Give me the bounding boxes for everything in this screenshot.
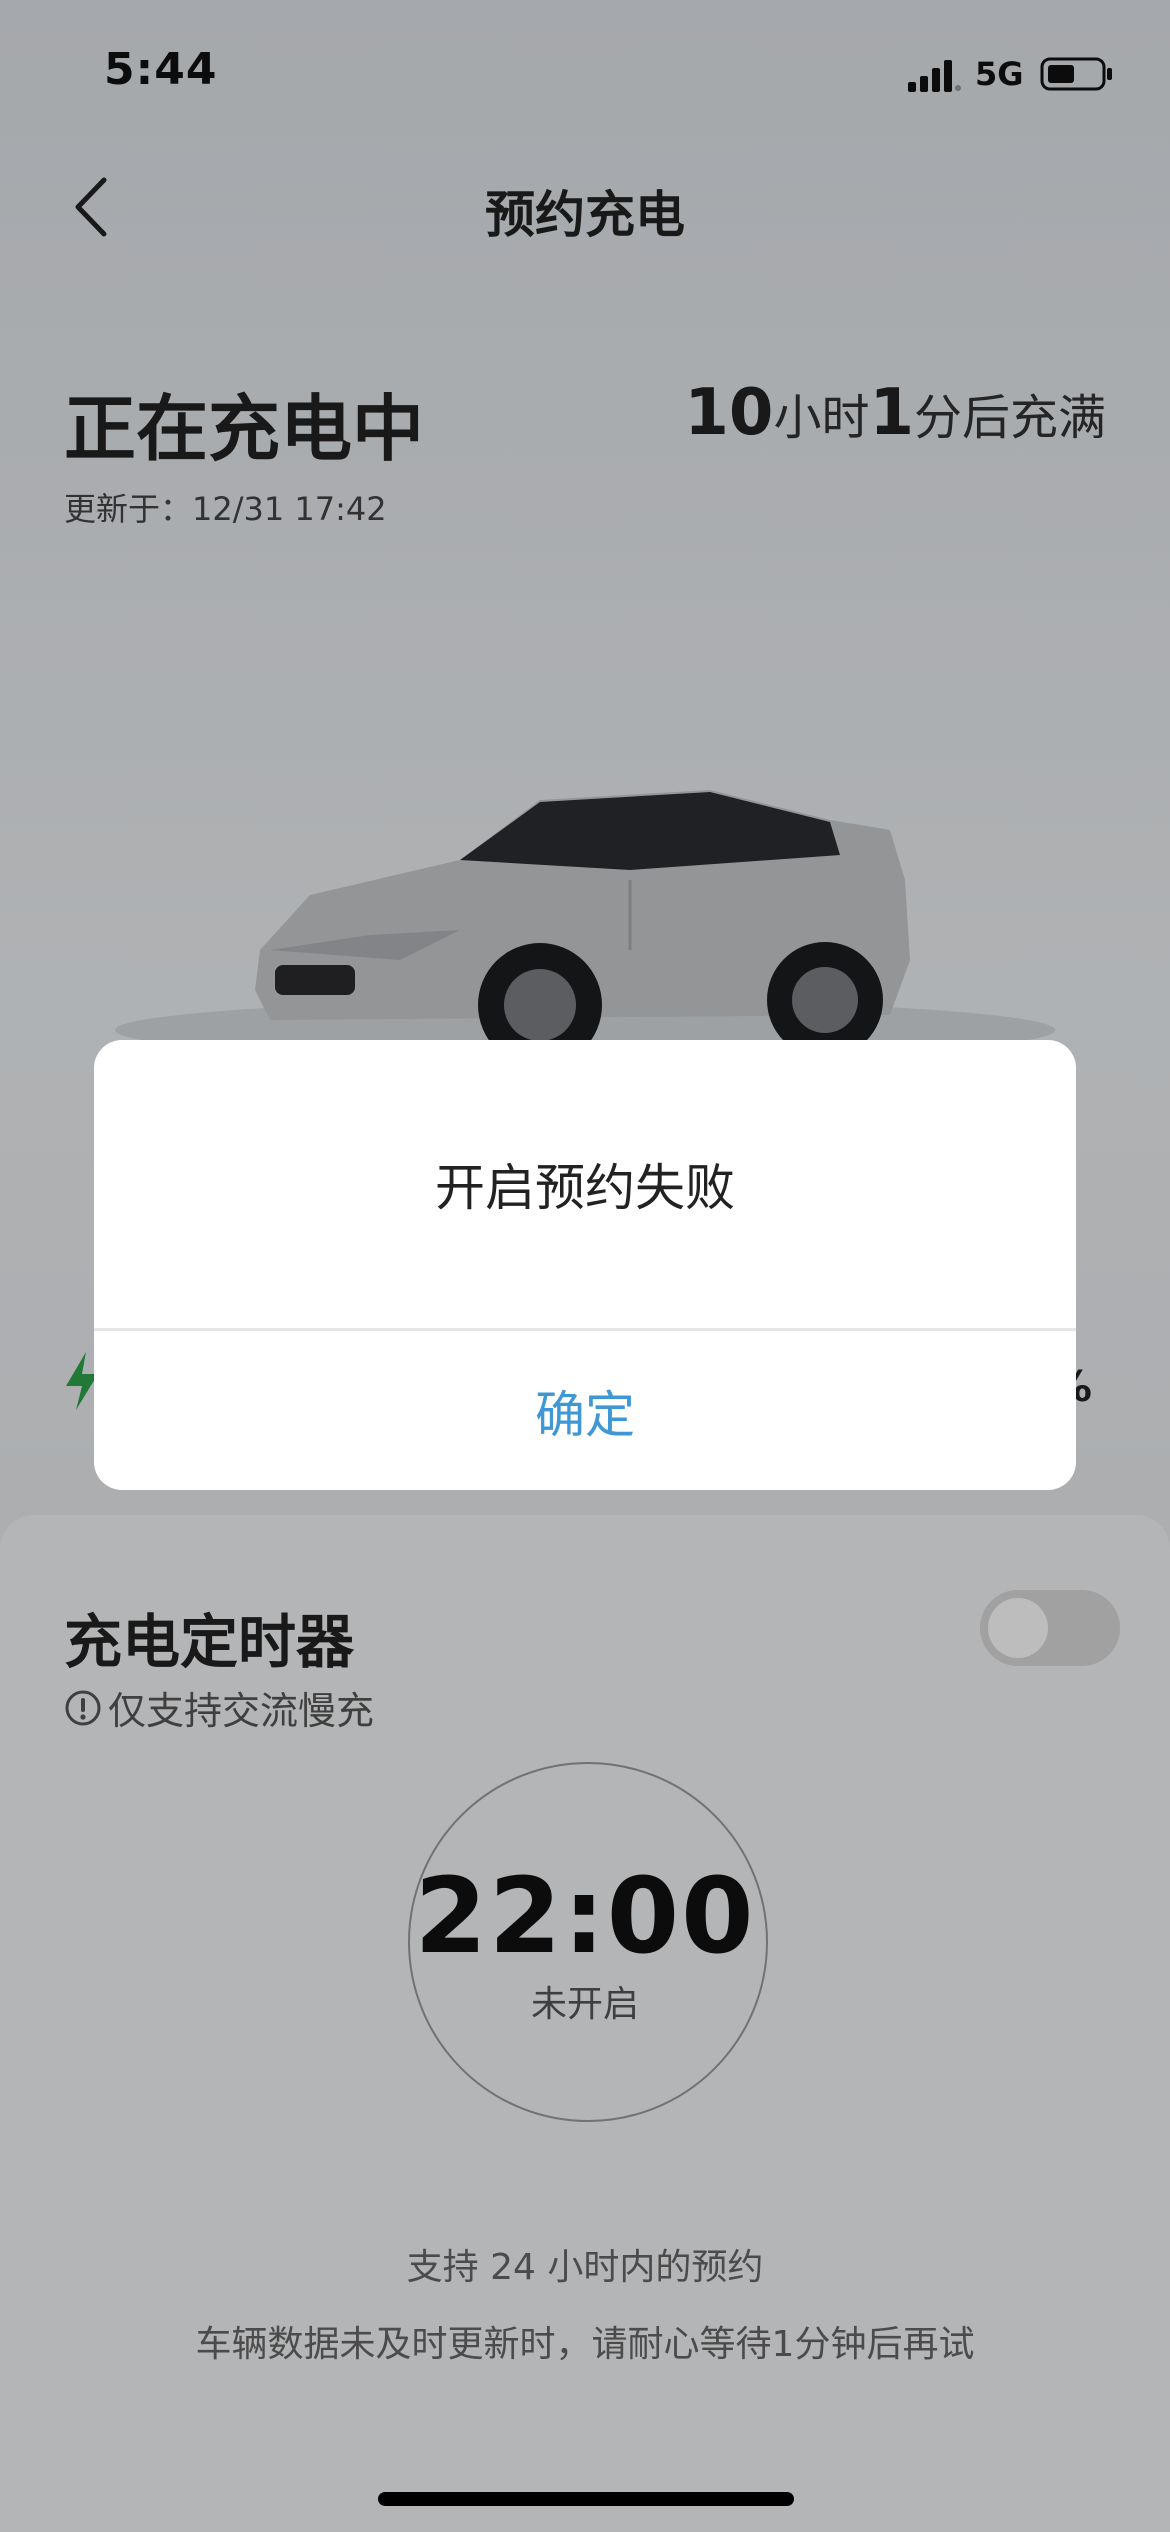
confirm-button[interactable]: 确定 — [94, 1331, 1076, 1490]
screen: 5:44 5G 预约充电 正在充电中 更新于：12/31 17:42 10小时1… — [0, 0, 1170, 2532]
home-indicator[interactable] — [378, 2492, 794, 2506]
dialog-message: 开启预约失败 — [435, 1159, 735, 1217]
error-dialog: 开启预约失败 确定 — [94, 1040, 1076, 1490]
